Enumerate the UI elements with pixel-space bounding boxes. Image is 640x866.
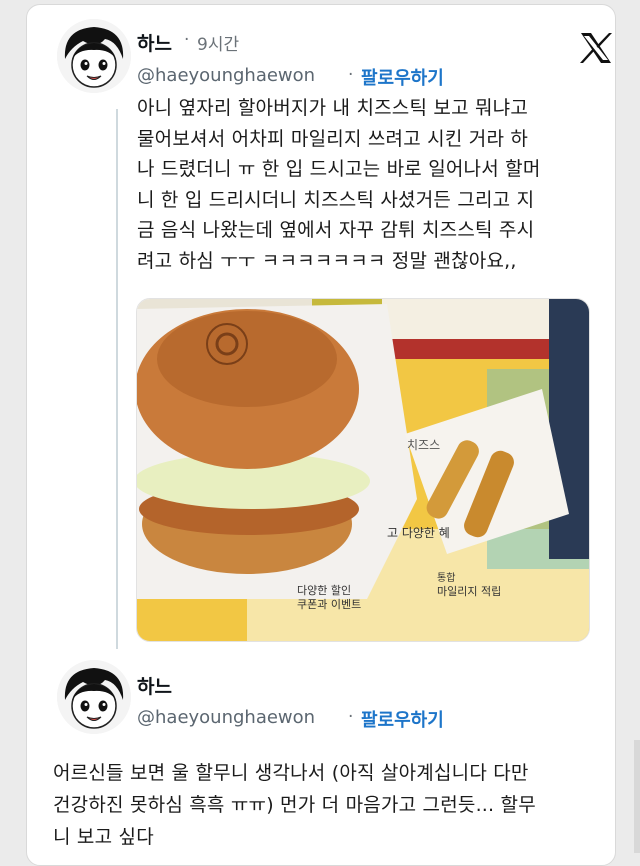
handle-separator: · <box>348 65 354 85</box>
x-logo-icon[interactable] <box>579 31 613 65</box>
food-photo: 다양한 할인 쿠폰과 이벤트 통합 마일리지 적립 고 다양한 혜 치즈스 <box>137 299 589 641</box>
follow-button[interactable]: 팔로우하기 <box>361 64 444 90</box>
author-avatar[interactable] <box>57 19 131 93</box>
tray-text-6: 치즈스 <box>407 438 440 452</box>
thread-line <box>116 109 118 649</box>
reply-follow-button[interactable]: 팔로우하기 <box>361 706 444 732</box>
tray-text-5: 고 다양한 혜 <box>387 526 450 540</box>
scrollbar[interactable] <box>634 740 640 853</box>
tray-text-2: 쿠폰과 이벤트 <box>297 598 361 611</box>
separator-dot: · <box>184 30 190 50</box>
tray-text-3: 통합 <box>437 572 455 584</box>
author-name[interactable]: 하느 <box>137 29 172 56</box>
tray-text-1: 다양한 할인 <box>297 584 351 597</box>
tweet-text: 아니 옆자리 할아버지가 내 치즈스틱 보고 뭐냐고 물어보셔서 어차피 마일리… <box>137 97 541 272</box>
tweet-time[interactable]: 9시간 <box>197 30 239 55</box>
avatar-image <box>57 660 131 734</box>
tray-text-4: 마일리지 적립 <box>437 584 501 598</box>
reply-text: 어르신들 보면 울 할무니 생각나서 (아직 살아계십니다 다만 건강하진 못하… <box>53 762 536 848</box>
tweet-photo[interactable]: 다양한 할인 쿠폰과 이벤트 통합 마일리지 적립 고 다양한 혜 치즈스 <box>136 298 590 642</box>
reply-avatar[interactable] <box>57 660 131 734</box>
reply-author-handle[interactable]: @haeyounghaewon <box>137 707 315 728</box>
avatar-image <box>57 19 131 93</box>
reply-handle-separator: · <box>348 707 354 727</box>
author-handle[interactable]: @haeyounghaewon <box>137 65 315 86</box>
tweet-card: 하느 · 9시간 @haeyounghaewon · 팔로우하기 아니 옆자리 … <box>26 4 616 866</box>
reply-author-name[interactable]: 하느 <box>137 672 172 699</box>
